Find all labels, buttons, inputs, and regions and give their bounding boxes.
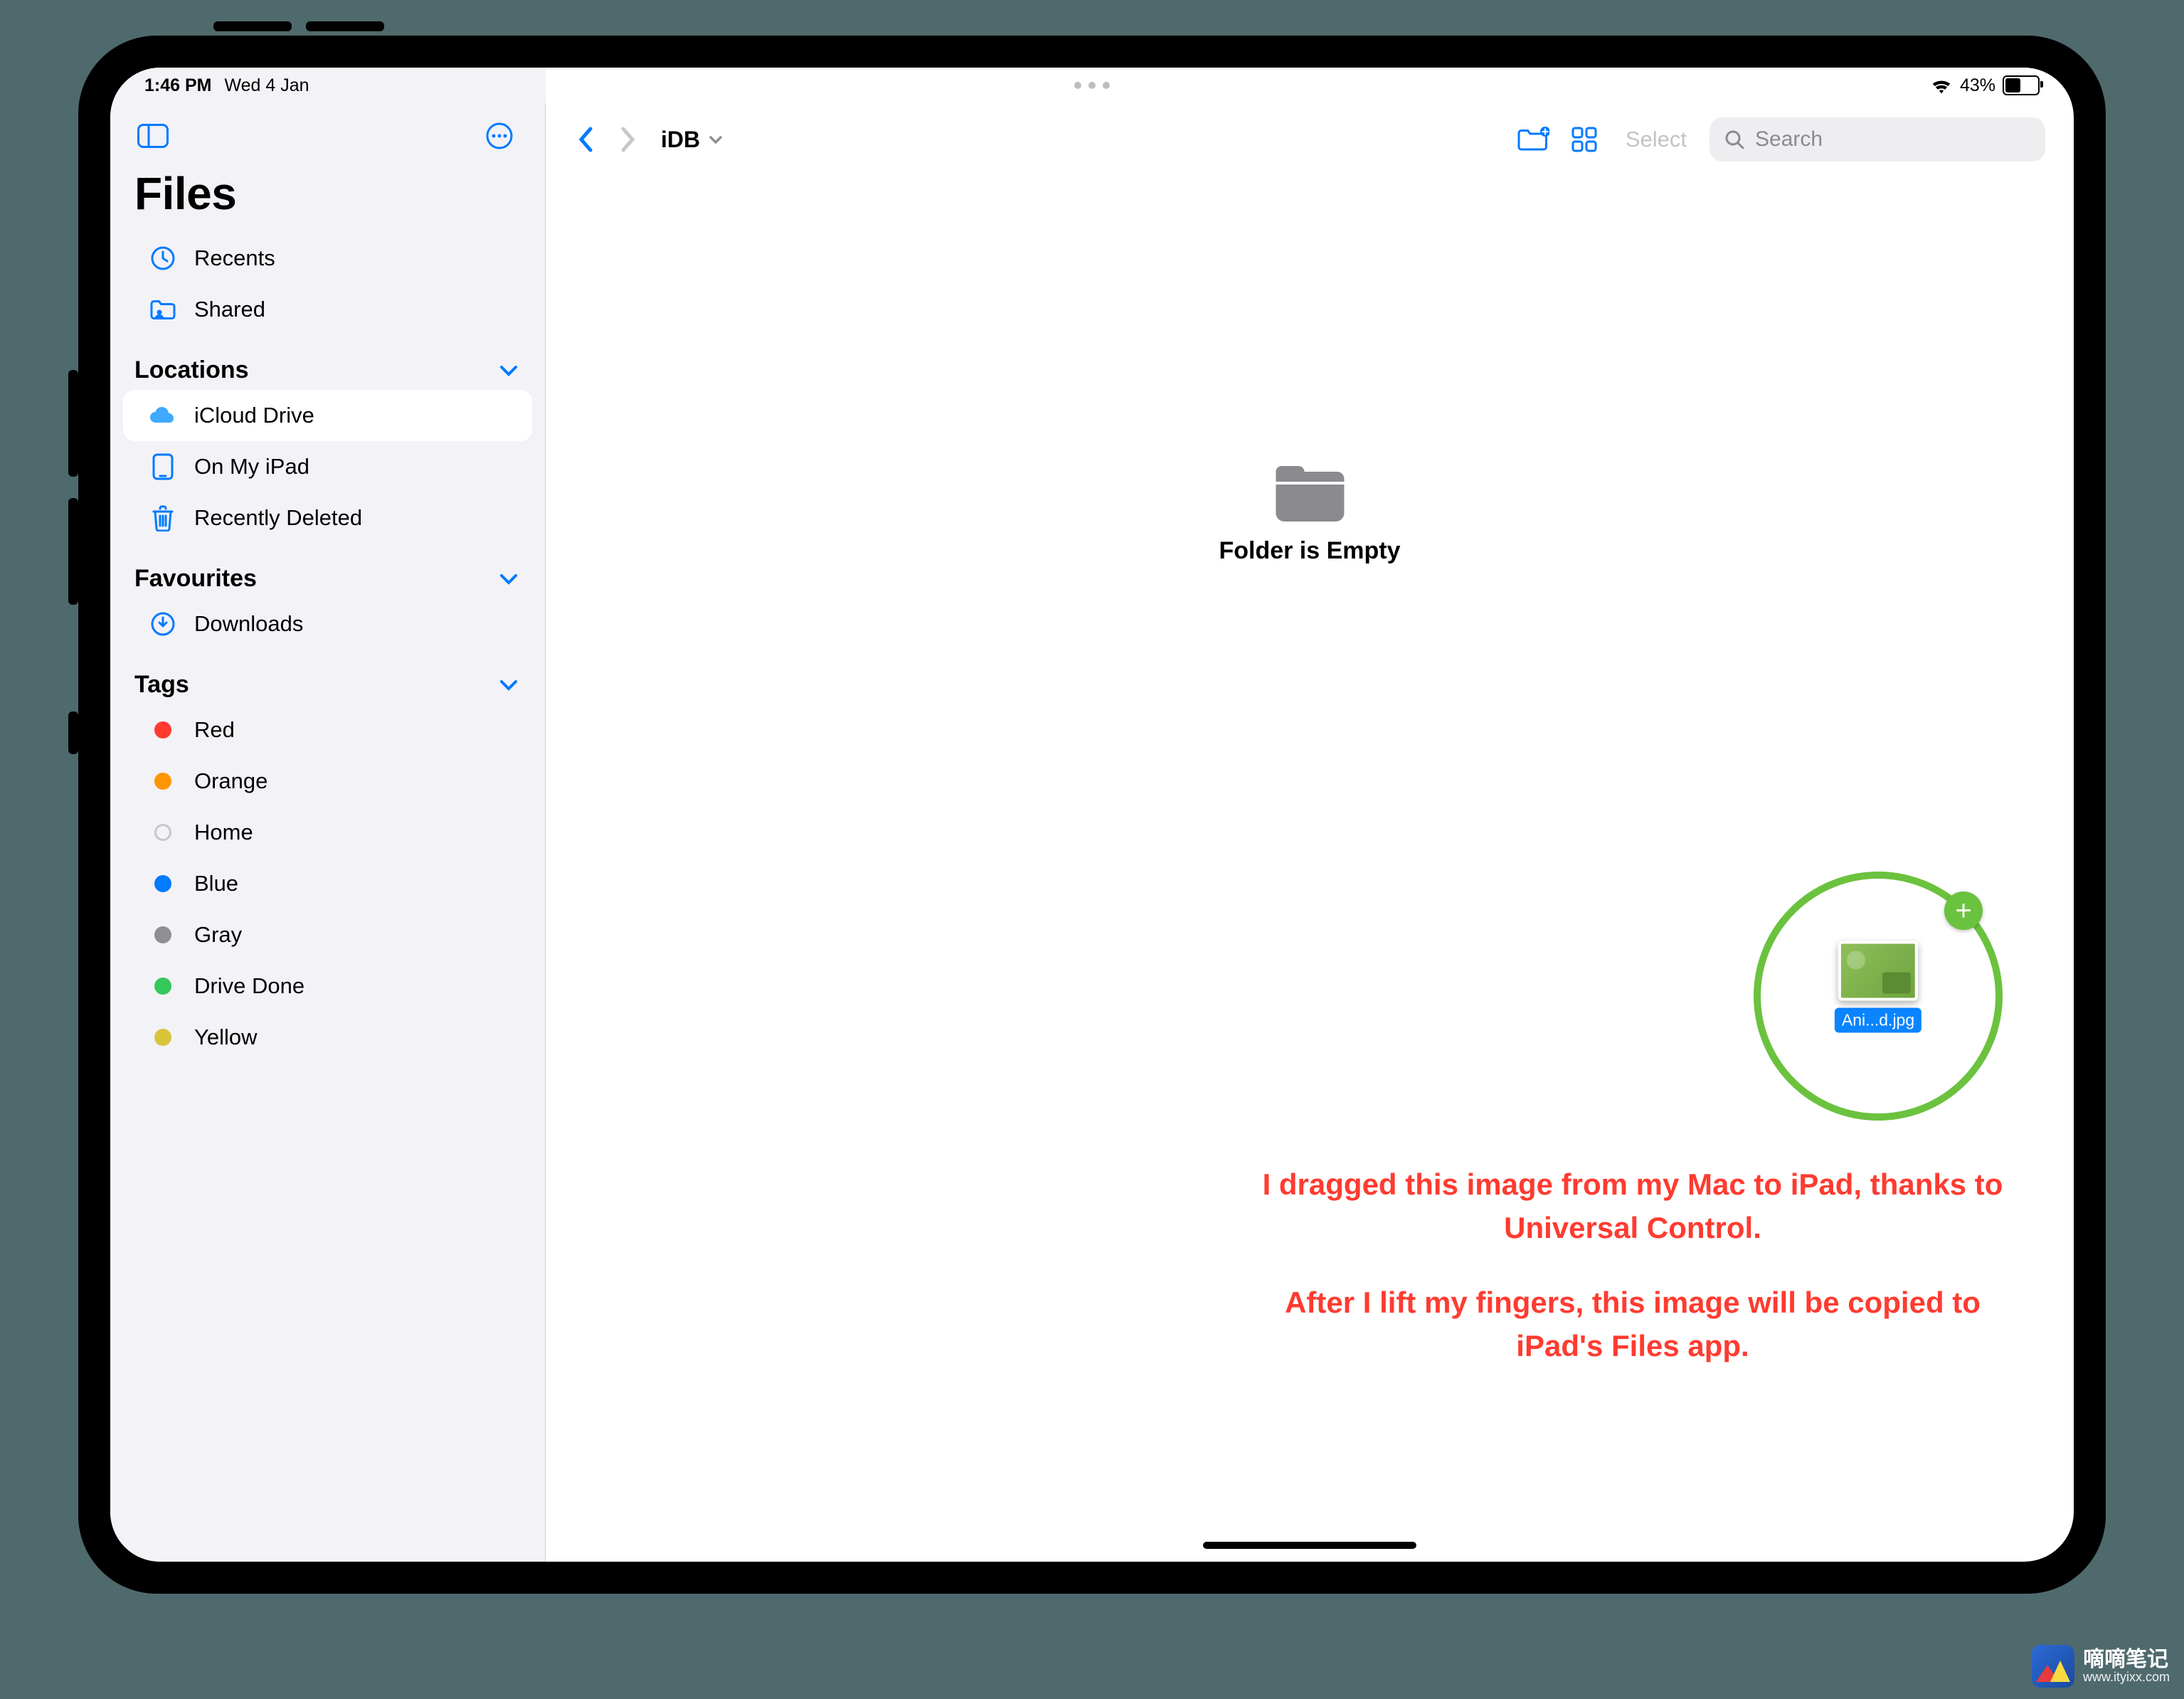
screen: 1:46 PM Wed 4 Jan 43%	[110, 68, 2074, 1562]
sidebar-item-recents[interactable]: Recents	[123, 233, 532, 284]
section-label: Favourites	[134, 565, 257, 593]
chevron-down-icon	[709, 135, 723, 144]
sidebar: Files Recents Shared Locations	[110, 103, 546, 1562]
tag-dot-icon	[147, 868, 179, 899]
status-date: Wed 4 Jan	[224, 75, 309, 96]
watermark-title: 嘀嘀笔记	[2083, 1648, 2170, 1671]
sidebar-tag-drive-done[interactable]: Drive Done	[123, 960, 532, 1012]
search-icon	[1724, 129, 1745, 150]
content-area: iDB Select	[546, 103, 2074, 1562]
sidebar-tag-home[interactable]: Home	[123, 807, 532, 858]
breadcrumb[interactable]: iDB	[661, 127, 723, 153]
sidebar-item-label: Recently Deleted	[194, 505, 362, 531]
sidebar-item-label: Home	[194, 820, 253, 845]
annotation-line-2: After I lift my fingers, this image will…	[1256, 1281, 2010, 1368]
sidebar-item-label: On My iPad	[194, 454, 309, 480]
view-options-button[interactable]	[1566, 121, 1603, 158]
tag-dot-icon	[147, 919, 179, 951]
ipad-icon	[147, 451, 179, 482]
back-button[interactable]	[571, 125, 600, 154]
select-button[interactable]: Select	[1617, 127, 1695, 152]
sidebar-item-label: Gray	[194, 922, 242, 948]
home-indicator[interactable]	[1203, 1542, 1416, 1549]
sidebar-item-label: Yellow	[194, 1025, 257, 1050]
file-thumbnail	[1838, 941, 1918, 1000]
hardware-side-button-1	[68, 370, 78, 477]
watermark-url: www.ityixx.com	[2083, 1671, 2170, 1684]
hardware-side-button-3	[68, 711, 78, 754]
folder-icon	[1276, 466, 1344, 522]
tag-dot-icon	[147, 970, 179, 1002]
sidebar-tag-blue[interactable]: Blue	[123, 858, 532, 909]
toolbar: iDB Select	[546, 103, 2074, 174]
tag-dot-icon	[147, 817, 179, 848]
section-header-locations[interactable]: Locations	[110, 335, 545, 390]
sidebar-tag-yellow[interactable]: Yellow	[123, 1012, 532, 1063]
new-folder-button[interactable]	[1515, 121, 1552, 158]
annotation-circle: + Ani...d.jpg	[1754, 872, 2003, 1121]
sidebar-item-recently-deleted[interactable]: Recently Deleted	[123, 492, 532, 544]
download-icon	[147, 608, 179, 640]
annotation-line-1: I dragged this image from my Mac to iPad…	[1256, 1163, 2010, 1250]
chevron-down-icon	[499, 573, 518, 585]
tag-dot-icon	[147, 714, 179, 746]
section-header-tags[interactable]: Tags	[110, 650, 545, 704]
search-input[interactable]	[1754, 127, 2031, 152]
status-time: 1:46 PM	[144, 75, 211, 96]
battery-percent: 43%	[1960, 75, 1995, 96]
app-title: Files	[110, 159, 545, 233]
icloud-icon	[147, 400, 179, 431]
ipad-frame: 1:46 PM Wed 4 Jan 43%	[78, 36, 2106, 1594]
clock-icon	[147, 243, 179, 274]
shared-folder-icon	[147, 294, 179, 325]
empty-state: Folder is Empty	[1219, 466, 1400, 565]
chevron-down-icon	[499, 365, 518, 376]
section-label: Locations	[134, 356, 249, 384]
sidebar-item-label: Red	[194, 717, 235, 743]
toggle-sidebar-button[interactable]	[134, 117, 171, 154]
annotation-text: I dragged this image from my Mac to iPad…	[1256, 1163, 2010, 1399]
sidebar-tag-gray[interactable]: Gray	[123, 909, 532, 960]
hardware-side-button-2	[68, 498, 78, 605]
section-label: Tags	[134, 671, 189, 699]
hardware-volume-up	[213, 21, 292, 31]
watermark: 嘀嘀笔记 www.ityixx.com	[2032, 1645, 2170, 1688]
sidebar-item-label: Drive Done	[194, 973, 304, 999]
sidebar-item-shared[interactable]: Shared	[123, 284, 532, 335]
sidebar-item-label: Orange	[194, 768, 267, 794]
tag-dot-icon	[147, 766, 179, 797]
section-header-favourites[interactable]: Favourites	[110, 544, 545, 598]
multitasking-dots[interactable]	[1074, 82, 1110, 89]
more-options-button[interactable]	[481, 117, 518, 154]
sidebar-tag-orange[interactable]: Orange	[123, 756, 532, 807]
folder-body[interactable]: Folder is Empty + Ani...d.jpg I dragged …	[546, 174, 2074, 1562]
battery-icon	[2003, 75, 2040, 95]
sidebar-item-downloads[interactable]: Downloads	[123, 598, 532, 650]
trash-icon	[147, 502, 179, 534]
forward-button[interactable]	[614, 125, 642, 154]
search-field[interactable]	[1709, 117, 2045, 162]
plus-badge-icon: +	[1944, 891, 1983, 930]
sidebar-item-on-my-ipad[interactable]: On My iPad	[123, 441, 532, 492]
sidebar-item-label: Downloads	[194, 611, 303, 637]
chevron-down-icon	[499, 679, 518, 691]
empty-label: Folder is Empty	[1219, 537, 1400, 565]
dragged-file: Ani...d.jpg	[1835, 941, 1921, 1032]
wifi-icon	[1930, 77, 1953, 94]
breadcrumb-label: iDB	[661, 127, 700, 153]
sidebar-item-icloud-drive[interactable]: iCloud Drive	[123, 390, 532, 441]
file-name-label: Ani...d.jpg	[1835, 1007, 1921, 1032]
watermark-logo-icon	[2032, 1645, 2074, 1688]
sidebar-tag-red[interactable]: Red	[123, 704, 532, 756]
hardware-volume-down	[306, 21, 384, 31]
sidebar-item-label: Shared	[194, 297, 265, 322]
sidebar-item-label: iCloud Drive	[194, 403, 314, 428]
tag-dot-icon	[147, 1022, 179, 1053]
app-body: Files Recents Shared Locations	[110, 103, 2074, 1562]
status-bar: 1:46 PM Wed 4 Jan 43%	[110, 68, 2074, 103]
sidebar-item-label: Recents	[194, 245, 275, 271]
sidebar-item-label: Blue	[194, 871, 238, 896]
